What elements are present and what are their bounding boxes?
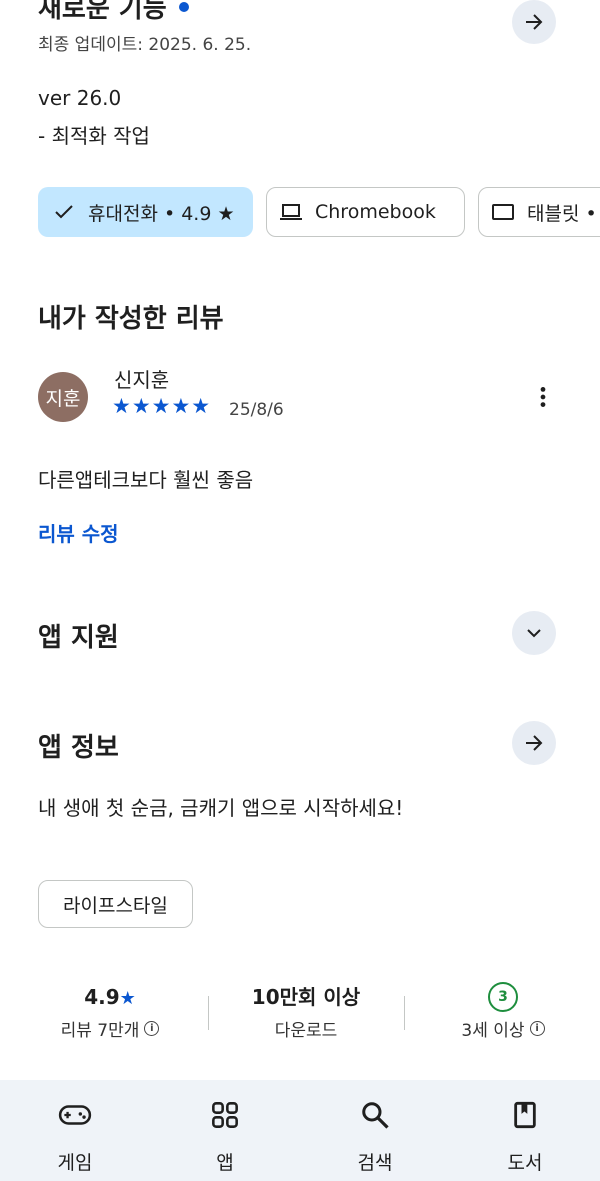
arrow-right-icon	[526, 14, 543, 30]
review-date: 25/8/6	[229, 400, 284, 420]
nav-label-apps: 앱	[216, 1152, 234, 1174]
review-more-button[interactable]	[526, 379, 560, 415]
my-review-heading: 내가 작성한 리뷰	[38, 304, 224, 334]
category-chip[interactable]: 라이프스타일	[38, 880, 193, 928]
book-icon	[508, 1098, 542, 1132]
downloads-value: 10만회 이상	[251, 985, 361, 1009]
version-text: ver 26.0	[38, 86, 122, 110]
whats-new-title: 새로운 기능	[38, 0, 167, 24]
edit-review-link[interactable]: 리뷰 수정	[38, 518, 119, 547]
rating-star-icon: ★	[119, 988, 136, 1009]
nav-item-apps[interactable]: 앱	[150, 1080, 300, 1181]
bottom-nav: 게임 앱 검색 도서	[0, 1080, 600, 1181]
tablet-icon	[492, 204, 514, 220]
nav-item-books[interactable]: 도서	[450, 1080, 600, 1181]
reviewer-name: 신지훈	[114, 368, 170, 392]
whats-new-header: 새로운 기능	[38, 0, 189, 25]
app-description: 내 생애 첫 순금, 금캐기 앱으로 시작하세요!	[38, 796, 404, 820]
chip-chromebook[interactable]: Chromebook	[266, 187, 465, 237]
stat-age-rating[interactable]: 3 3세 이상 i	[408, 982, 598, 1041]
stat-divider	[404, 996, 405, 1030]
apps-grid-icon	[208, 1098, 242, 1132]
app-info-arrow-button[interactable]	[512, 721, 556, 765]
age-rating-label: 3세 이상	[461, 1021, 525, 1041]
update-note: - 최적화 작업	[38, 124, 150, 148]
age-rating-badge: 3	[488, 982, 518, 1012]
more-vert-icon	[540, 387, 546, 407]
nav-item-search[interactable]: 검색	[300, 1080, 450, 1181]
arrow-right-icon	[526, 735, 543, 751]
whats-new-arrow-button[interactable]	[512, 0, 556, 44]
chip-phone-label: 휴대전화 • 4.9 ★	[88, 202, 235, 225]
info-icon: i	[529, 1021, 545, 1036]
gamepad-icon	[58, 1098, 92, 1132]
chip-phone[interactable]: 휴대전화 • 4.9 ★	[38, 187, 253, 237]
rating-stars: ★★★★★	[112, 394, 212, 418]
search-icon	[358, 1098, 392, 1132]
review-count: 리뷰 7만개	[60, 1021, 140, 1041]
info-icon: i	[144, 1021, 160, 1036]
stat-rating[interactable]: 4.9★ 리뷰 7만개 i	[15, 982, 205, 1041]
check-icon	[55, 205, 73, 219]
new-indicator-dot	[178, 1, 189, 12]
review-text: 다른앱테크보다 훨씬 좋음	[38, 468, 254, 492]
laptop-icon	[280, 204, 302, 220]
app-support-expand-button[interactable]	[512, 611, 556, 655]
nav-label-books: 도서	[507, 1152, 543, 1174]
stat-downloads: 10만회 이상 다운로드	[211, 982, 401, 1041]
chip-tablet-label: 태블릿 •	[527, 202, 597, 225]
app-info-heading: 앱 정보	[38, 733, 119, 763]
nav-label-games: 게임	[57, 1152, 93, 1174]
last-updated: 최종 업데이트: 2025. 6. 25.	[38, 35, 252, 55]
nav-item-games[interactable]: 게임	[0, 1080, 150, 1181]
chip-chromebook-label: Chromebook	[315, 201, 436, 223]
downloads-label: 다운로드	[274, 1021, 338, 1041]
chip-tablet[interactable]: 태블릿 •	[478, 187, 600, 237]
avatar: 지훈	[38, 372, 88, 422]
nav-label-search: 검색	[357, 1152, 393, 1174]
app-support-heading: 앱 지원	[38, 623, 119, 653]
chevron-down-icon	[527, 629, 541, 638]
rating-value: 4.9	[84, 985, 120, 1009]
stat-divider	[208, 996, 209, 1030]
